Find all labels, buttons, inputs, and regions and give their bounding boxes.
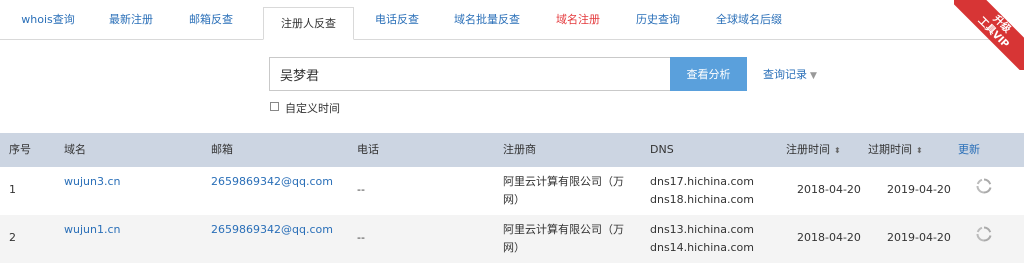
row-domain-link[interactable]: wujun1.cn xyxy=(64,221,120,238)
row-index: 1 xyxy=(9,183,16,196)
row-exp-time: 2019-04-20 xyxy=(887,231,951,244)
tab-domain-register[interactable]: 域名注册 xyxy=(545,0,611,40)
tab-global-suffix[interactable]: 全球域名后缀 xyxy=(705,0,793,40)
results-table-header: 序号 域名 邮箱 电话 注册商 DNS 注册时间 ⬍ 过期时间 ⬍ 更新 xyxy=(0,133,1024,167)
row-phone: -- xyxy=(357,183,365,196)
col-exp-time-label: 过期时间 xyxy=(868,143,912,156)
row-email-link[interactable]: 2659869342@qq.com xyxy=(211,173,333,190)
row-exp-time: 2019-04-20 xyxy=(887,183,951,196)
col-reg-time-label: 注册时间 xyxy=(786,143,830,156)
tab-history-query[interactable]: 历史查询 xyxy=(625,0,691,40)
vip-ribbon[interactable]: 升级 工具VIP xyxy=(954,0,1024,70)
tab-phone-reverse[interactable]: 电话反查 xyxy=(364,0,430,40)
row-dns2: dns18.hichina.com xyxy=(650,193,754,206)
col-registrar-header: 注册商 xyxy=(503,143,536,156)
refresh-icon[interactable] xyxy=(975,177,993,195)
row-registrar-line2: 网） xyxy=(503,241,525,254)
sort-icon: ⬍ xyxy=(916,146,923,155)
row-dns1: dns13.hichina.com xyxy=(650,223,754,236)
col-email-header: 邮箱 xyxy=(211,143,233,156)
view-analysis-button[interactable]: 查看分析 xyxy=(670,57,747,91)
row-domain-link[interactable]: wujun3.cn xyxy=(64,173,120,190)
registrant-search-input[interactable] xyxy=(269,57,671,91)
row-index: 2 xyxy=(9,231,16,244)
vip-ribbon-label[interactable]: 升级 工具VIP xyxy=(954,0,1024,70)
row-email-link[interactable]: 2659869342@qq.com xyxy=(211,221,333,238)
row-reg-time: 2018-04-20 xyxy=(797,183,861,196)
row-registrar-line2: 网） xyxy=(503,193,525,206)
row-registrar-line1: 阿里云计算有限公司（万 xyxy=(503,175,624,188)
tab-email-reverse[interactable]: 邮箱反查 xyxy=(178,0,244,40)
row-phone: -- xyxy=(357,231,365,244)
tab-latest-registered[interactable]: 最新注册 xyxy=(98,0,164,40)
row-registrar-line1: 阿里云计算有限公司（万 xyxy=(503,223,624,236)
caret-down-icon: ▼ xyxy=(810,71,817,81)
refresh-icon[interactable] xyxy=(975,225,993,243)
col-dns-header: DNS xyxy=(650,143,674,156)
query-history-dropdown[interactable]: 查询记录 ▼ xyxy=(763,66,817,82)
table-row: 2 wujun1.cn 2659869342@qq.com -- 阿里云计算有限… xyxy=(0,215,1024,263)
query-history-label: 查询记录 xyxy=(763,68,807,81)
tab-batch-domain-reverse[interactable]: 域名批量反查 xyxy=(443,0,531,40)
sort-icon: ⬍ xyxy=(834,146,841,155)
tab-bar: whois查询 最新注册 邮箱反查 注册人反查 电话反查 域名批量反查 域名注册… xyxy=(0,0,1024,40)
col-domain-header: 域名 xyxy=(64,143,86,156)
col-phone-header: 电话 xyxy=(357,143,379,156)
update-all-link[interactable]: 更新 xyxy=(958,133,980,167)
row-reg-time: 2018-04-20 xyxy=(797,231,861,244)
col-index-header: 序号 xyxy=(9,143,31,156)
custom-time-label: 自定义时间 xyxy=(285,102,340,115)
tab-whois[interactable]: whois查询 xyxy=(14,0,82,40)
row-dns1: dns17.hichina.com xyxy=(650,175,754,188)
col-reg-time-header[interactable]: 注册时间 ⬍ xyxy=(786,133,841,168)
row-dns2: dns14.hichina.com xyxy=(650,241,754,254)
table-row: 1 wujun3.cn 2659869342@qq.com -- 阿里云计算有限… xyxy=(0,167,1024,215)
custom-time-checkbox[interactable] xyxy=(270,102,279,111)
tab-registrant-reverse[interactable]: 注册人反查 xyxy=(263,7,354,40)
col-exp-time-header[interactable]: 过期时间 ⬍ xyxy=(868,133,923,168)
